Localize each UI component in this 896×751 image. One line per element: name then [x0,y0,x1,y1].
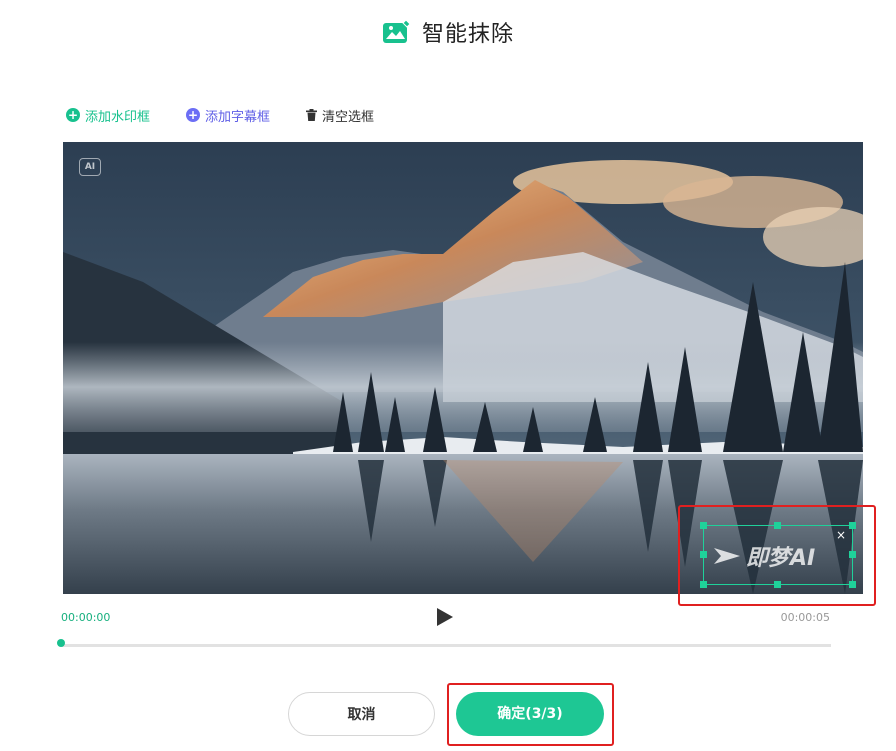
play-icon[interactable] [435,606,455,628]
ai-generated-badge: AI [79,158,101,176]
duration: 00:00:05 [780,611,830,624]
clear-label: 清空选框 [322,109,375,125]
plus-circle-icon: + [66,108,80,122]
highlight-confirm-annotation [447,683,614,746]
add-watermark-label: 添加水印框 [85,109,151,125]
add-watermark-box-button[interactable]: + 添加水印框 [66,106,150,125]
cancel-button[interactable]: 取消 [288,692,435,736]
highlight-watermark-annotation [678,505,876,606]
smart-erase-dialog: 智能抹除 + 添加水印框 + 添加字幕框 清空选框 AI × 即梦AI 00:0… [0,0,896,751]
add-subtitle-box-button[interactable]: + 添加字幕框 [186,106,270,125]
trash-icon [306,109,318,121]
current-time: 00:00:00 [61,611,111,624]
clear-boxes-button[interactable]: 清空选框 [306,106,374,125]
header: 智能抹除 [0,14,896,50]
progress-track[interactable] [61,644,831,647]
plus-circle-icon: + [186,108,201,122]
toolbar: + 添加水印框 + 添加字幕框 清空选框 [66,104,410,126]
page-title: 智能抹除 [421,22,514,47]
image-edit-icon [382,19,411,43]
progress-knob[interactable] [57,639,65,647]
add-subtitle-label: 添加字幕框 [205,109,271,125]
